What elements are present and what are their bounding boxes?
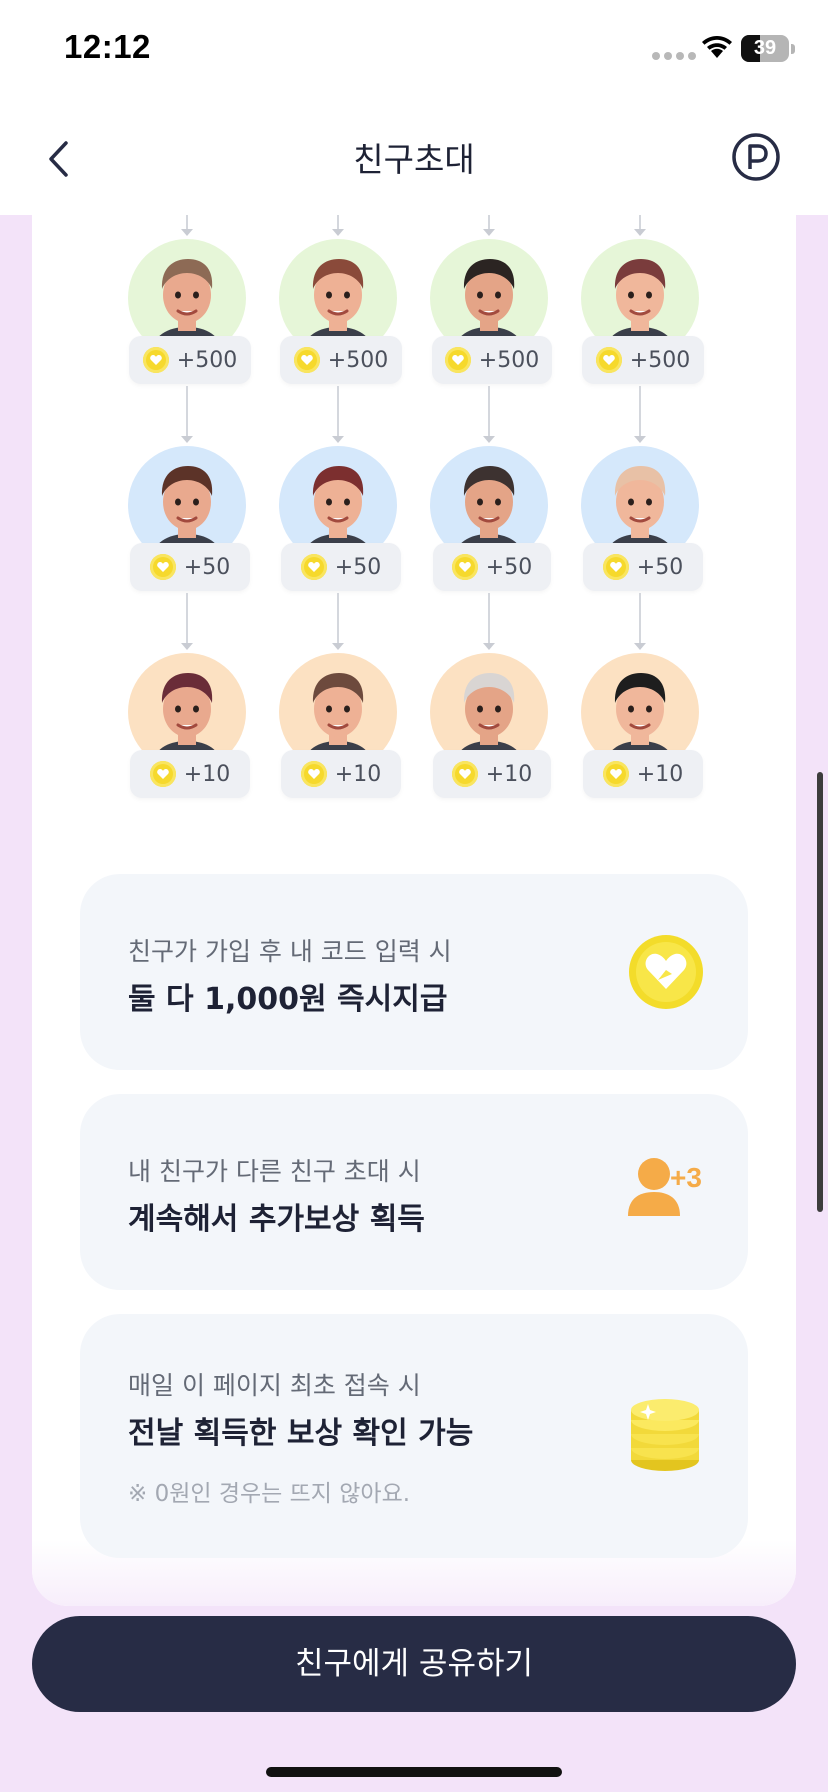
heart-coin-icon <box>628 934 704 1014</box>
arrow-head-icon <box>181 436 193 443</box>
info-card-subtitle: 친구가 가입 후 내 코드 입력 시 <box>128 937 452 966</box>
heart-coin-icon <box>444 347 471 373</box>
arrow-head-icon <box>483 229 495 236</box>
connector-arrow <box>337 386 339 440</box>
reward-chip: +10 <box>583 750 703 798</box>
heart-coin-icon <box>149 554 176 580</box>
connector-arrow <box>639 386 641 440</box>
point-button[interactable] <box>730 131 782 183</box>
heart-coin-icon <box>300 554 327 580</box>
user-plus-three-icon: +3 <box>626 1154 716 1224</box>
share-to-friends-button[interactable]: 친구에게 공유하기 <box>32 1616 796 1712</box>
page-title: 친구초대 <box>353 140 475 179</box>
reward-chip: +500 <box>280 336 402 384</box>
navigation-bar: 친구초대 <box>0 105 828 215</box>
arrow-head-icon <box>332 229 344 236</box>
arrow-head-icon <box>634 436 646 443</box>
reward-amount: +50 <box>183 554 231 580</box>
reward-amount: +50 <box>334 554 382 580</box>
point-circle-icon <box>732 133 780 181</box>
heart-coin-icon <box>602 761 629 787</box>
reward-amount: +10 <box>334 761 382 787</box>
battery-percent: 39 <box>753 37 777 59</box>
reward-amount: +500 <box>478 347 540 373</box>
info-card-title: 둘 다 1,000원 즉시지급 <box>128 982 448 1017</box>
arrow-head-icon <box>634 643 646 650</box>
reward-chip: +500 <box>432 336 552 384</box>
status-time: 12:12 <box>64 28 151 65</box>
heart-coin-icon <box>595 347 622 373</box>
reward-amount: +500 <box>327 347 389 373</box>
reward-chip: +50 <box>130 543 250 591</box>
battery-cap <box>791 44 795 54</box>
heart-coin-icon <box>300 761 327 787</box>
reward-amount: +500 <box>176 347 238 373</box>
connector-arrow <box>639 593 641 647</box>
reward-chip: +10 <box>433 750 551 798</box>
connector-arrow <box>186 386 188 440</box>
arrow-head-icon <box>332 643 344 650</box>
heart-coin-icon <box>149 761 176 787</box>
heart-coin-icon <box>451 554 478 580</box>
reward-amount: +50 <box>636 554 684 580</box>
connector-arrow <box>186 593 188 647</box>
connector-arrow <box>337 593 339 647</box>
reward-chip: +50 <box>281 543 401 591</box>
coin-stack-icon <box>628 1398 702 1478</box>
info-card-note: ※ 0원인 경우는 뜨지 않아요. <box>128 1481 411 1507</box>
reward-amount: +10 <box>183 761 231 787</box>
reward-chip: +50 <box>433 543 551 591</box>
info-card-title: 계속해서 추가보상 획득 <box>128 1202 425 1237</box>
reward-chip: +500 <box>582 336 704 384</box>
reward-amount: +50 <box>485 554 533 580</box>
arrow-head-icon <box>181 643 193 650</box>
arrow-head-icon <box>181 229 193 236</box>
info-card-title: 전날 획득한 보상 확인 가능 <box>128 1416 474 1451</box>
heart-coin-icon <box>142 347 169 373</box>
info-card-referral-chain: 내 친구가 다른 친구 초대 시 계속해서 추가보상 획득 +3 <box>80 1094 748 1290</box>
plus-three-label: +3 <box>670 1162 702 1193</box>
reward-chip: +500 <box>129 336 251 384</box>
arrow-head-icon <box>332 436 344 443</box>
reward-chip: +10 <box>130 750 250 798</box>
info-card-subtitle: 내 친구가 다른 친구 초대 시 <box>128 1157 421 1186</box>
status-bar: 12:12 39 <box>0 0 828 105</box>
arrow-head-icon <box>634 229 646 236</box>
connector-arrow <box>488 593 490 647</box>
reward-chip: +10 <box>281 750 401 798</box>
info-card-daily-reward: 매일 이 페이지 최초 접속 시 전날 획득한 보상 확인 가능 ※ 0원인 경… <box>80 1314 748 1558</box>
heart-coin-icon <box>602 554 629 580</box>
heart-coin-icon <box>451 761 478 787</box>
scrollbar[interactable] <box>817 772 823 1212</box>
reward-chip: +50 <box>583 543 703 591</box>
connector-arrow <box>488 386 490 440</box>
home-indicator[interactable] <box>266 1767 562 1777</box>
battery-icon: 39 <box>741 35 789 62</box>
cellular-signal-icon <box>652 52 696 60</box>
heart-coin-icon <box>293 347 320 373</box>
info-card-signup-bonus: 친구가 가입 후 내 코드 입력 시 둘 다 1,000원 즉시지급 <box>80 874 748 1070</box>
info-card-subtitle: 매일 이 페이지 최초 접속 시 <box>128 1371 421 1400</box>
arrow-head-icon <box>483 643 495 650</box>
wifi-icon <box>700 34 734 60</box>
reward-amount: +10 <box>485 761 533 787</box>
reward-amount: +500 <box>629 347 691 373</box>
reward-amount: +10 <box>636 761 684 787</box>
arrow-head-icon <box>483 436 495 443</box>
